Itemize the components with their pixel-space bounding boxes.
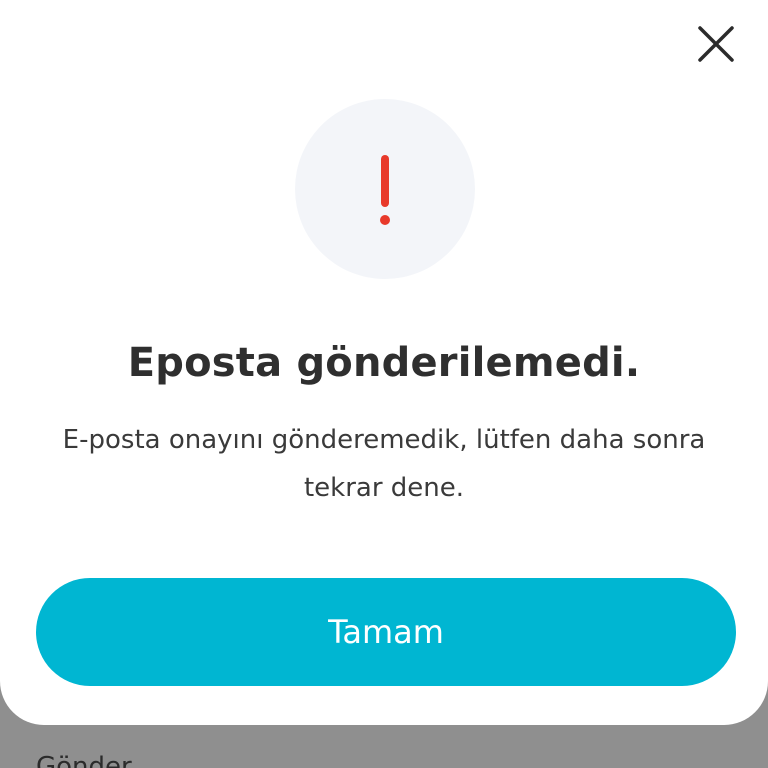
ok-button[interactable]: Tamam <box>36 578 736 686</box>
close-icon <box>698 26 734 62</box>
dialog-title: Eposta gönderilemedi. <box>127 340 641 386</box>
screen: Gönder Eposta gönderilemedi. E-posta ona… <box>0 0 768 768</box>
exclamation-icon <box>380 155 390 225</box>
error-dialog: Eposta gönderilemedi. E-posta onayını gö… <box>0 0 768 725</box>
close-button[interactable] <box>694 22 738 66</box>
alert-icon-circle <box>295 99 475 279</box>
dialog-message: E-posta onayını gönderemedik, lütfen dah… <box>62 425 706 503</box>
background-partial-text: Gönder <box>36 752 132 768</box>
